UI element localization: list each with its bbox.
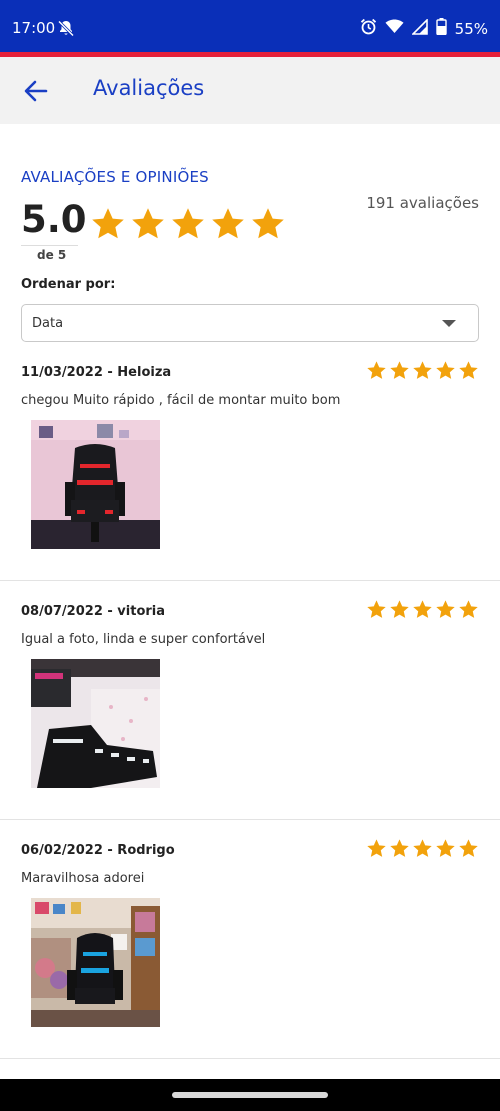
star-icon bbox=[413, 600, 432, 618]
system-nav-bar bbox=[0, 1079, 500, 1111]
star-icon bbox=[212, 208, 244, 239]
star-icon bbox=[390, 839, 409, 857]
review-text: Maravilhosa adorei bbox=[21, 871, 145, 886]
star-icon bbox=[436, 361, 455, 379]
rating-divider bbox=[21, 245, 78, 246]
star-icon bbox=[367, 600, 386, 618]
review-divider bbox=[0, 580, 500, 581]
battery-level: 55% bbox=[454, 19, 488, 38]
star-icon bbox=[413, 839, 432, 857]
star-icon bbox=[459, 839, 478, 857]
status-time: 17:00 bbox=[12, 19, 56, 37]
review-header: 11/03/2022 - Heloiza bbox=[21, 365, 172, 380]
sort-select[interactable]: Data bbox=[21, 304, 479, 342]
review-divider bbox=[0, 819, 500, 820]
review-stars bbox=[366, 360, 479, 381]
reviews-count: 191 avaliações bbox=[366, 194, 479, 212]
star-icon bbox=[92, 208, 124, 239]
rating-scale: de 5 bbox=[37, 248, 67, 262]
section-title: AVALIAÇÕES E OPINIÕES bbox=[21, 168, 209, 186]
arrow-left-icon[interactable] bbox=[22, 77, 50, 105]
star-icon bbox=[172, 208, 204, 239]
alarm-icon bbox=[360, 18, 377, 39]
star-icon bbox=[252, 208, 284, 239]
sort-selected-value: Data bbox=[32, 316, 64, 331]
battery-icon bbox=[435, 18, 447, 39]
review-stars bbox=[366, 599, 479, 620]
average-stars bbox=[90, 206, 286, 242]
star-icon bbox=[390, 600, 409, 618]
review-divider bbox=[0, 1058, 500, 1059]
review-text: chegou Muito rápido , fácil de montar mu… bbox=[21, 393, 341, 408]
signal-icon bbox=[410, 17, 428, 39]
sort-label: Ordenar por: bbox=[21, 277, 116, 292]
page-title: Avaliações bbox=[93, 76, 205, 100]
star-icon bbox=[132, 208, 164, 239]
star-icon bbox=[436, 600, 455, 618]
wifi-icon bbox=[385, 19, 404, 38]
star-icon bbox=[367, 361, 386, 379]
review-photo[interactable] bbox=[31, 659, 160, 788]
star-icon bbox=[390, 361, 409, 379]
star-icon bbox=[413, 361, 432, 379]
review-photo[interactable] bbox=[31, 420, 160, 549]
bell-off-icon bbox=[57, 20, 75, 41]
review-text: Igual a foto, linda e super confortável bbox=[21, 632, 266, 647]
average-rating: 5.0 bbox=[21, 198, 87, 241]
star-icon bbox=[367, 839, 386, 857]
review-header: 08/07/2022 - vitoria bbox=[21, 604, 166, 619]
star-icon bbox=[436, 839, 455, 857]
review-stars bbox=[366, 838, 479, 859]
star-icon bbox=[459, 361, 478, 379]
star-icon bbox=[459, 600, 478, 618]
home-gesture-pill[interactable] bbox=[172, 1092, 328, 1098]
status-bar: 17:00 55% bbox=[0, 0, 500, 57]
review-header: 06/02/2022 - Rodrigo bbox=[21, 843, 175, 858]
app-bar: Avaliações bbox=[0, 57, 500, 124]
caret-down-icon bbox=[442, 320, 456, 327]
review-photo[interactable] bbox=[31, 898, 160, 1027]
